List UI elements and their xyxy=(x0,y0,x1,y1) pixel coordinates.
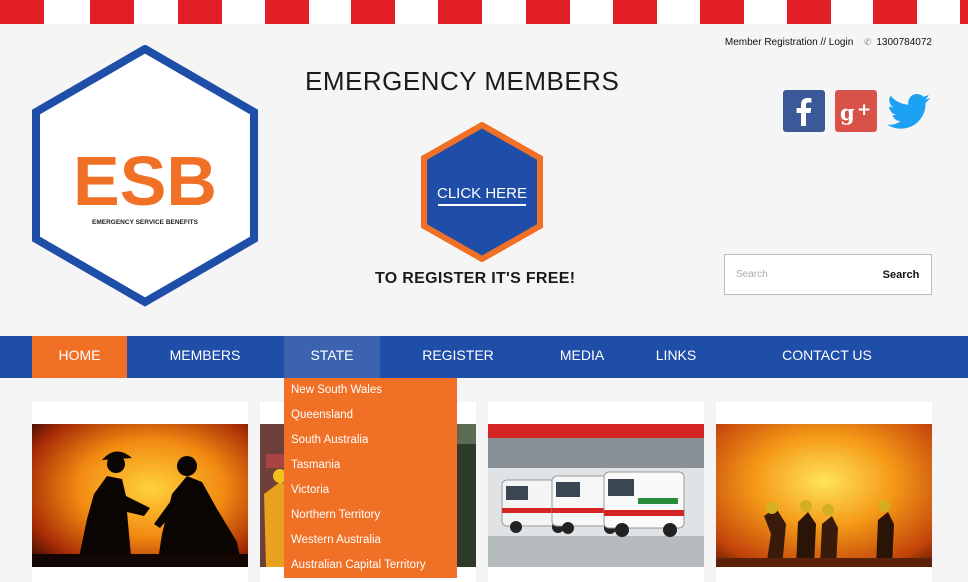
register-free-text: TO REGISTER IT'S FREE! xyxy=(375,270,576,287)
news-card[interactable] xyxy=(488,402,704,582)
state-menu-item[interactable]: New South Wales xyxy=(284,378,457,403)
nav-media[interactable]: MEDIA xyxy=(537,336,627,378)
nav-contact-us[interactable]: CONTACT US xyxy=(768,336,886,378)
phone-number[interactable]: 1300784072 xyxy=(876,37,932,48)
state-menu-item[interactable]: Northern Territory xyxy=(284,503,457,528)
nav-register[interactable]: REGISTER xyxy=(410,336,506,378)
firefighters-silhouette-photo xyxy=(32,424,248,567)
top-stripe xyxy=(0,0,968,24)
state-menu-item[interactable]: South Australia xyxy=(284,428,457,453)
logo-tagline: EMERGENCY SERVICE BENEFITS xyxy=(92,219,199,226)
state-menu-item[interactable]: Tasmania xyxy=(284,453,457,478)
nav-members[interactable]: MEMBERS xyxy=(157,336,253,378)
news-card[interactable] xyxy=(32,402,248,582)
nav-home[interactable]: HOME xyxy=(32,336,127,378)
svg-text:+: + xyxy=(857,100,871,120)
click-here-button[interactable]: CLICK HERE xyxy=(420,121,544,263)
state-dropdown-menu: New South Wales Queensland South Austral… xyxy=(284,378,457,578)
svg-text:g: g xyxy=(840,100,855,125)
page-headline: EMERGENCY MEMBERS xyxy=(305,66,620,96)
esb-logo[interactable]: ESB EMERGENCY SERVICE BENEFITS xyxy=(30,44,260,307)
google-plus-icon[interactable]: g + xyxy=(835,90,877,132)
phone-icon: ✆ xyxy=(864,37,872,47)
member-login-link[interactable]: Member Registration // Login xyxy=(725,37,853,48)
logo-acronym: ESB xyxy=(73,142,217,220)
state-menu-item[interactable]: Queensland xyxy=(284,403,457,428)
nav-links[interactable]: LINKS xyxy=(640,336,712,378)
news-card[interactable] xyxy=(716,402,932,582)
main-nav: HOME MEMBERS STATE REGISTER MEDIA LINKS … xyxy=(0,336,968,378)
search-button[interactable]: Search xyxy=(871,255,931,294)
state-menu-item[interactable]: Western Australia xyxy=(284,528,457,553)
top-links: Member Registration // Login ✆ 130078407… xyxy=(725,37,932,48)
state-menu-item[interactable]: Australian Capital Territory xyxy=(284,553,457,578)
click-here-label: CLICK HERE xyxy=(437,185,527,202)
search-box: Search xyxy=(724,254,932,295)
ambulances-photo xyxy=(488,424,704,567)
twitter-icon[interactable] xyxy=(886,90,932,132)
facebook-icon[interactable] xyxy=(783,90,825,132)
search-input[interactable] xyxy=(725,255,875,294)
state-menu-item[interactable]: Victoria xyxy=(284,478,457,503)
nav-state[interactable]: STATE xyxy=(284,336,380,378)
firefighting-hoses-photo xyxy=(716,424,932,567)
